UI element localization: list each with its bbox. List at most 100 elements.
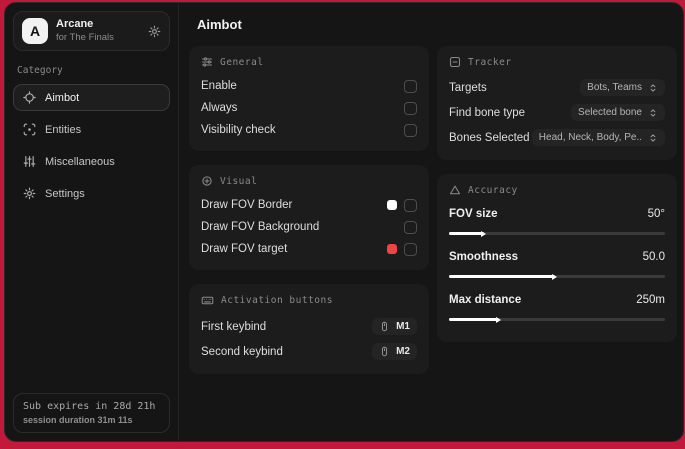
mouse-icon: [379, 346, 390, 357]
setting-row-enable: Enable: [201, 75, 417, 97]
always-checkbox[interactable]: [404, 101, 417, 115]
dropdown-value: Head, Neck, Body, Pe..: [538, 132, 642, 143]
fov-background-checkbox[interactable]: [404, 220, 417, 234]
app-meta: Arcane for The Finals: [56, 18, 114, 44]
setting-row-visibility-check: Visibility check: [201, 119, 417, 141]
dropdown-value: Selected bone: [578, 107, 642, 118]
setting-label: Second keybind: [201, 345, 283, 358]
sidebar-item-label: Entities: [45, 123, 82, 136]
subscription-box: Sub expires in 28d 21h session duration …: [13, 393, 170, 433]
first-keybind-button[interactable]: M1: [372, 318, 417, 335]
setting-label: Smoothness: [449, 251, 519, 263]
setting-label: Targets: [449, 81, 487, 94]
fov-size-slider[interactable]: [449, 230, 665, 237]
activation-card: Activation buttons First keybind M1 Seco…: [189, 284, 429, 374]
app-subtitle: for The Finals: [56, 31, 114, 43]
app-window: A Arcane for The Finals Category Aimbot: [4, 2, 684, 442]
setting-row-always: Always: [201, 97, 417, 119]
slider-fill: [449, 316, 501, 323]
chevrons-up-down-icon: [648, 133, 658, 143]
sub-expiry-text: Sub expires in 28d 21h: [23, 401, 156, 412]
setting-label: Max distance: [449, 294, 522, 306]
smoothness-slider[interactable]: [449, 273, 665, 280]
gear-icon: [23, 187, 36, 200]
smoothness-value: 50.0: [642, 251, 665, 263]
visual-card-header: Visual: [201, 175, 417, 187]
find-bone-type-dropdown[interactable]: Selected bone: [571, 104, 665, 121]
max-distance-slider[interactable]: [449, 316, 665, 323]
setting-label: Draw FOV target: [201, 243, 288, 255]
sidebar-item-entities[interactable]: Entities: [13, 116, 170, 143]
targets-dropdown[interactable]: Bots, Teams: [580, 79, 665, 96]
dropdown-value: Bots, Teams: [587, 82, 642, 93]
gear-icon[interactable]: [148, 25, 161, 38]
scan-eye-icon: [23, 123, 36, 136]
setting-label: Always: [201, 102, 238, 114]
setting-row-fov-target: Draw FOV target: [201, 238, 417, 260]
sidebar-item-settings[interactable]: Settings: [13, 180, 170, 207]
setting-row-first-keybind: First keybind M1: [201, 314, 417, 339]
card-title-label: General: [220, 56, 264, 68]
app-name: Arcane: [56, 18, 94, 31]
fov-border-checkbox[interactable]: [404, 198, 417, 212]
accuracy-card-header: Accuracy: [449, 184, 665, 196]
mouse-icon: [379, 321, 390, 332]
general-card: General Enable Always Visibility check: [189, 46, 429, 151]
session-duration-text: session duration 31m 11s: [23, 415, 133, 425]
fov-target-color-swatch[interactable]: [387, 244, 397, 254]
keyboard-icon: [201, 294, 214, 307]
setting-label: Find bone type: [449, 106, 526, 119]
chevrons-up-down-icon: [648, 83, 658, 93]
card-columns: General Enable Always Visibility check V…: [189, 46, 677, 374]
card-title-label: Activation buttons: [221, 295, 333, 306]
accuracy-card: Accuracy FOV size 50° Smoothness 50.0 Ma…: [437, 174, 677, 342]
category-label: Category: [17, 65, 63, 76]
fov-size-value: 50°: [647, 208, 665, 220]
setting-row-find-bone-type: Find bone type Selected bone: [449, 100, 665, 125]
keybind-value: M1: [396, 321, 410, 332]
sidebar-item-miscellaneous[interactable]: Miscellaneous: [13, 148, 170, 175]
second-keybind-button[interactable]: M2: [372, 343, 417, 360]
triangle-icon: [449, 184, 461, 196]
box-minus-icon: [449, 56, 461, 68]
setting-row-fov-size: FOV size 50°: [449, 203, 665, 225]
card-title-label: Visual: [220, 175, 258, 187]
setting-row-bones-selected: Bones Selected Head, Neck, Body, Pe..: [449, 125, 665, 150]
fov-target-checkbox[interactable]: [404, 242, 417, 256]
setting-label: Enable: [201, 80, 237, 92]
slider-thumb[interactable]: [480, 230, 486, 237]
sidebar: A Arcane for The Finals Category Aimbot: [5, 3, 179, 441]
activation-card-header: Activation buttons: [201, 294, 417, 307]
setting-row-second-keybind: Second keybind M2: [201, 339, 417, 364]
sliders-horizontal-icon: [201, 56, 213, 68]
setting-label: First keybind: [201, 320, 267, 333]
sidebar-item-label: Aimbot: [45, 91, 80, 104]
card-title-label: Tracker: [468, 56, 512, 68]
keybind-value: M2: [396, 346, 410, 357]
page-title: Aimbot: [197, 17, 242, 32]
setting-label: Bones Selected: [449, 131, 530, 144]
bones-selected-dropdown[interactable]: Head, Neck, Body, Pe..: [531, 129, 665, 146]
app-logo: A: [22, 18, 48, 44]
sidebar-item-aimbot[interactable]: Aimbot: [13, 84, 170, 111]
max-distance-value: 250m: [636, 294, 665, 306]
general-card-header: General: [201, 56, 417, 68]
fov-border-color-swatch[interactable]: [387, 200, 397, 210]
crosshair-icon: [23, 91, 36, 104]
setting-row-smoothness: Smoothness 50.0: [449, 246, 665, 268]
card-title-label: Accuracy: [468, 184, 518, 196]
setting-label: Visibility check: [201, 124, 276, 136]
desktop-background: { "app": { "name": "Arcane", "subtitle":…: [0, 0, 685, 449]
setting-label: FOV size: [449, 208, 498, 220]
app-header-card: A Arcane for The Finals: [13, 11, 170, 51]
sidebar-item-label: Miscellaneous: [45, 155, 115, 168]
slider-thumb[interactable]: [495, 316, 501, 323]
enable-checkbox[interactable]: [404, 79, 417, 93]
sidebar-item-label: Settings: [45, 187, 85, 200]
setting-row-max-distance: Max distance 250m: [449, 289, 665, 311]
slider-thumb[interactable]: [551, 273, 557, 280]
visibility-check-checkbox[interactable]: [404, 123, 417, 137]
right-column: Tracker Targets Bots, Teams Find bone ty…: [437, 46, 677, 342]
visual-card: Visual Draw FOV Border Draw FOV Backgrou…: [189, 165, 429, 270]
left-column: General Enable Always Visibility check V…: [189, 46, 429, 374]
